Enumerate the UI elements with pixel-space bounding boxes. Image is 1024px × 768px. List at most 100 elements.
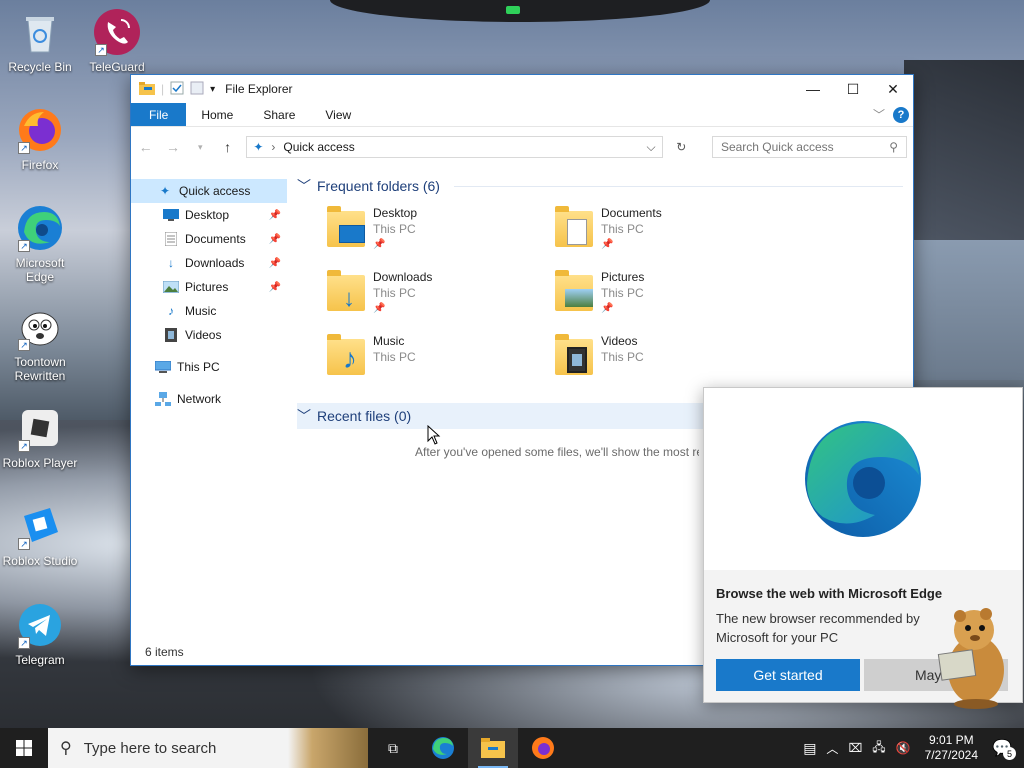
edge-promo-description: The new browser recommended by Microsoft… <box>716 611 920 645</box>
taskbar-apps: ⧉ <box>368 728 568 768</box>
edge-logo-icon <box>805 421 921 537</box>
meet-now-icon[interactable]: ⌧ <box>848 741 862 755</box>
task-view-button[interactable]: ⧉ <box>368 728 418 768</box>
indicator-light <box>506 6 520 14</box>
get-started-button[interactable]: Get started <box>716 659 860 691</box>
network-status-icon[interactable]: 🖧 <box>872 738 885 759</box>
action-center-button[interactable]: 💬 5 <box>988 734 1016 762</box>
forward-icon[interactable]: → <box>164 139 181 155</box>
nav-item-documents[interactable]: Documents 📌 <box>131 227 287 251</box>
collapse-chevron-icon[interactable]: ﹀ <box>297 176 311 196</box>
videos-folder-icon <box>555 333 595 377</box>
news-widget-icon[interactable]: ▤ <box>803 740 816 757</box>
nav-item-desktop[interactable]: Desktop 📌 <box>131 203 287 227</box>
address-dropdown-icon[interactable]: ⌵ <box>647 140 656 155</box>
network-icon <box>155 392 171 406</box>
show-hidden-icons-icon[interactable]: ︿ <box>826 740 838 757</box>
taskbar-file-explorer-button[interactable] <box>468 728 518 768</box>
edge-icon <box>432 737 454 759</box>
desktop-icon-label: Toontown Rewritten <box>14 355 66 383</box>
tab-view[interactable]: View <box>310 103 366 126</box>
desktop-icon-recycle-bin[interactable]: Recycle Bin <box>0 8 80 74</box>
desktop-icon-firefox[interactable]: ↗ Firefox <box>0 106 80 172</box>
pin-icon: 📌 <box>373 303 386 314</box>
search-highlight-image <box>288 728 368 768</box>
pin-icon: 📌 <box>601 303 614 314</box>
shortcut-arrow-icon: ↗ <box>18 240 30 252</box>
collapse-chevron-icon[interactable]: ﹀ <box>297 406 311 426</box>
start-button[interactable] <box>0 728 48 768</box>
folder-tile-documents[interactable]: Documents This PC 📌 <box>555 205 783 269</box>
nav-item-music[interactable]: ♪ Music <box>131 299 287 323</box>
nav-item-this-pc[interactable]: This PC <box>131 355 287 379</box>
group-frequent-folders[interactable]: ﹀ Frequent folders (6) <box>297 173 903 199</box>
taskbar-firefox-button[interactable] <box>518 728 568 768</box>
close-icon[interactable]: ✕ <box>873 75 913 103</box>
clock[interactable]: 9:01 PM 7/27/2024 <box>925 733 978 763</box>
documents-folder-icon <box>555 205 595 249</box>
breadcrumb-chevron-icon[interactable]: › <box>271 140 275 154</box>
folder-name: Downloads <box>373 270 433 284</box>
downloads-folder-icon: ↓ <box>327 269 367 313</box>
tab-home[interactable]: Home <box>186 103 248 126</box>
pin-icon[interactable]: 📌 <box>269 234 281 245</box>
help-icon[interactable]: ? <box>893 106 909 123</box>
desktop-icon-telegram[interactable]: ↗ Telegram <box>0 601 80 667</box>
nav-item-videos[interactable]: Videos <box>131 323 287 347</box>
shortcut-arrow-icon: ↗ <box>18 440 30 452</box>
pictures-folder-icon <box>555 269 595 313</box>
nav-item-downloads[interactable]: ↓ Downloads 📌 <box>131 251 287 275</box>
expand-ribbon-icon[interactable]: ﹀ <box>873 106 885 123</box>
nav-item-network[interactable]: Network <box>131 387 287 411</box>
wallpaper-water <box>904 240 1024 380</box>
taskbar: ⚲ Type here to search ⧉ ▤ ︿ ⌧ 🖧 🔇 9:01 P… <box>0 728 1024 768</box>
properties-icon[interactable] <box>170 81 184 98</box>
taskbar-search-placeholder: Type here to search <box>83 739 217 757</box>
nav-label: Desktop <box>185 208 230 222</box>
desktop-icon-edge[interactable]: ↗ Microsoft Edge <box>0 204 80 284</box>
address-row: ← → ▾ ↑ ✦ › Quick access ⌵ ↻ ⚲ <box>131 127 913 167</box>
search-box[interactable]: ⚲ <box>711 136 908 158</box>
folder-tile-music[interactable]: ♪ Music This PC <box>327 333 555 397</box>
volume-muted-icon[interactable]: 🔇 <box>896 741 911 755</box>
folder-tile-pictures[interactable]: Pictures This PC 📌 <box>555 269 783 333</box>
nav-label: Quick access <box>179 184 251 198</box>
up-icon[interactable]: ↑ <box>219 139 236 155</box>
mouse-cursor-icon <box>427 424 441 448</box>
desktop-icon-label: Roblox Studio <box>2 554 78 568</box>
breadcrumb-location[interactable]: Quick access <box>283 140 354 154</box>
minimize-icon[interactable]: — <box>793 75 833 103</box>
nav-label: Network <box>177 392 222 406</box>
roblox-studio-icon: ↗ <box>16 502 64 550</box>
customize-qat-icon[interactable]: ▾ <box>210 84 215 95</box>
search-input[interactable] <box>720 140 890 154</box>
tab-file[interactable]: File <box>131 103 187 126</box>
title-bar[interactable]: | ▾ File Explorer — ☐ ✕ <box>131 75 913 103</box>
pin-icon[interactable]: 📌 <box>269 258 281 269</box>
desktop-icon-teleguard[interactable]: ↗ TeleGuard <box>77 8 157 74</box>
pin-icon[interactable]: 📌 <box>269 282 281 293</box>
window-controls: — ☐ ✕ <box>793 75 913 103</box>
desktop-icon-roblox-studio[interactable]: ↗ Roblox Studio <box>0 502 80 568</box>
back-icon[interactable]: ← <box>137 139 154 155</box>
address-bar[interactable]: ✦ › Quick access ⌵ <box>246 136 663 158</box>
desktop-icon-roblox-player[interactable]: ↗ Roblox Player <box>0 404 80 470</box>
folder-location: This PC <box>601 286 644 300</box>
pin-icon[interactable]: 📌 <box>269 210 281 221</box>
nav-item-quick-access[interactable]: ✦ Quick access <box>131 179 287 203</box>
nav-label: Music <box>185 304 217 318</box>
folder-location: This PC <box>373 350 416 364</box>
tab-share[interactable]: Share <box>248 103 310 126</box>
new-folder-icon[interactable] <box>190 81 204 98</box>
folder-tile-desktop[interactable]: Desktop This PC 📌 <box>327 205 555 269</box>
desktop-icon-toontown[interactable]: ↗ Toontown Rewritten <box>0 303 80 383</box>
quick-access-toolbar: | ▾ <box>139 81 215 98</box>
folder-tile-downloads[interactable]: ↓ Downloads This PC 📌 <box>327 269 555 333</box>
clock-date: 7/27/2024 <box>924 748 978 762</box>
maximize-icon[interactable]: ☐ <box>833 75 873 103</box>
refresh-icon[interactable]: ↻ <box>673 140 690 154</box>
taskbar-edge-button[interactable] <box>418 728 468 768</box>
nav-item-pictures[interactable]: Pictures 📌 <box>131 275 287 299</box>
taskbar-search-box[interactable]: ⚲ Type here to search <box>48 728 368 768</box>
recent-locations-icon[interactable]: ▾ <box>192 142 209 153</box>
